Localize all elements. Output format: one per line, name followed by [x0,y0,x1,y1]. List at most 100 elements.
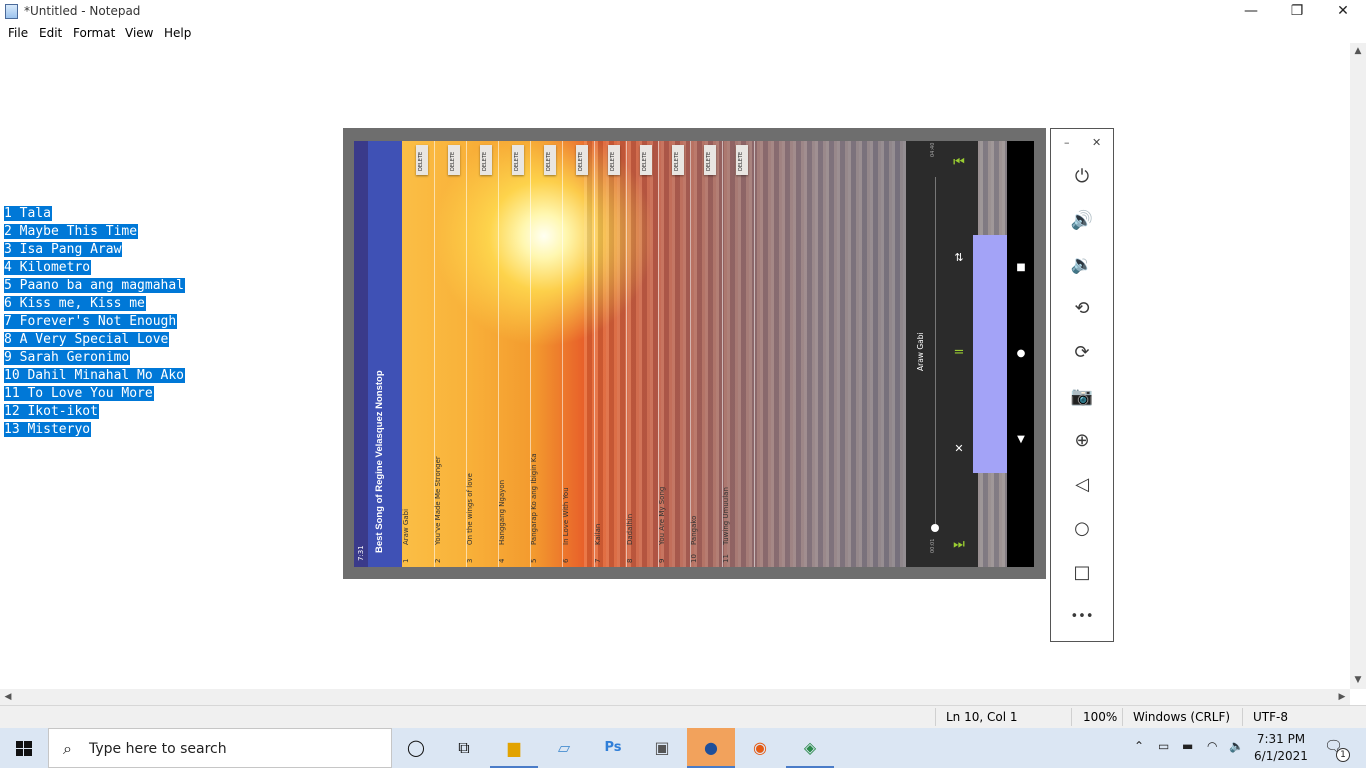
delete-button[interactable]: DELETE [640,145,652,175]
task-view-icon[interactable]: ⧉ [440,728,488,768]
song-row[interactable]: 2 You've Made Me Stronger DELETE [434,141,467,567]
rotate-left-icon[interactable]: ⟲ [1051,294,1113,324]
text-line: 4 Kilometro [4,260,92,275]
window-title: *Untitled - Notepad [24,4,141,18]
delete-button[interactable]: DELETE [544,145,556,175]
encoding: UTF-8 [1253,710,1288,724]
delete-button[interactable]: DELETE [480,145,492,175]
volume-up-icon[interactable]: 🔊 [1051,206,1113,236]
menu-edit[interactable]: Edit [39,26,62,40]
device-status-bar: 7:31 [354,141,368,567]
maximize-button[interactable]: ❐ [1274,0,1320,24]
pause-icon[interactable]: = [951,345,967,361]
song-row[interactable]: 10 Pangako DELETE [690,141,723,567]
file-explorer-icon[interactable]: ▆ [490,728,538,768]
shuffle-icon[interactable]: ✕ [951,441,967,457]
zoom-icon[interactable]: ⊕ [1051,426,1113,456]
overview-icon[interactable]: □ [1051,558,1113,588]
text-line: 7 Forever's Not Enough [4,314,178,329]
emulator-close-button[interactable]: ✕ [1092,136,1101,149]
horizontal-scrollbar[interactable]: ◀ ▶ [0,689,1350,705]
song-row[interactable]: 7 Kailan DELETE [594,141,627,567]
status-divider [1242,708,1243,726]
image-viewer-icon[interactable]: ▣ [638,728,686,768]
song-row[interactable]: 6 In Love With You DELETE [562,141,595,567]
scroll-right-icon[interactable]: ▶ [1334,689,1350,705]
volume-icon[interactable]: 🔈 [1229,739,1244,753]
text-line: 3 Isa Pang Araw [4,242,123,257]
delete-button[interactable]: DELETE [672,145,684,175]
home-icon[interactable]: ● [1015,348,1027,360]
delete-button[interactable]: DELETE [416,145,428,175]
device-clock: 7:31 [357,545,365,561]
app-toolbar: Best Song of Regine Velasquez Nonstop [368,141,402,567]
scroll-down-icon[interactable]: ▼ [1350,672,1366,689]
repeat-icon[interactable]: ⇅ [951,250,967,266]
song-number: 2 [434,558,442,563]
emulator-screen[interactable]: 7:31 Best Song of Regine Velasquez Nonst… [354,141,1034,567]
song-title: Tuwing Umuulan [722,487,730,545]
song-title: Pangarap Ko ang Ibigin Ka [530,453,538,545]
text-line: 13 Misteryo [4,422,92,437]
scroll-left-icon[interactable]: ◀ [0,689,16,705]
song-row[interactable]: 1 Araw Gabi DELETE [402,141,435,567]
photoshop-icon[interactable]: Ps [589,728,637,768]
taskbar-search[interactable]: ⌕ Type here to search [48,728,392,768]
song-row[interactable]: 8 Dadalhin DELETE [626,141,659,567]
meet-now-icon[interactable]: ▭ [1158,739,1169,753]
delete-button[interactable]: DELETE [576,145,588,175]
current-time: 00:01 [930,538,936,553]
back-icon[interactable]: ◁ [1051,470,1113,500]
song-number: 7 [594,558,602,563]
song-row[interactable]: 3 On the wings of love DELETE [466,141,499,567]
start-button[interactable] [0,728,48,768]
text-line: 6 Kiss me, Kiss me [4,296,146,311]
song-row[interactable]: 9 You Are My Song DELETE [658,141,691,567]
menu-help[interactable]: Help [164,26,191,40]
menu-format[interactable]: Format [73,26,115,40]
more-icon[interactable]: ••• [1051,602,1113,632]
volume-down-icon[interactable]: 🔉 [1051,250,1113,280]
notepad-taskbar-icon[interactable]: ▱ [540,728,588,768]
delete-button[interactable]: DELETE [736,145,748,175]
minimize-button[interactable]: — [1228,0,1274,24]
text-line: 12 Ikot-ikot [4,404,99,419]
song-row[interactable]: 5 Pangarap Ko ang Ibigin Ka DELETE [530,141,563,567]
delete-button[interactable]: DELETE [448,145,460,175]
next-track-icon[interactable]: ⏭ [951,537,967,553]
selected-text[interactable]: 1 Tala 2 Maybe This Time 3 Isa Pang Araw… [4,205,186,439]
wifi-icon[interactable]: ◠ [1207,739,1217,753]
back-icon[interactable]: ▼ [1015,434,1027,446]
song-title: On the wings of love [466,473,474,545]
previous-track-icon[interactable]: ⏮ [951,155,967,171]
seek-bar[interactable] [935,177,936,529]
menu-view[interactable]: View [125,26,153,40]
camera-icon[interactable]: 📷 [1051,382,1113,412]
close-button[interactable]: ✕ [1320,0,1366,24]
clock[interactable]: 7:31 PM 6/1/2021 [1254,731,1308,765]
menu-file[interactable]: File [8,26,28,40]
delete-button[interactable]: DELETE [704,145,716,175]
delete-button[interactable]: DELETE [512,145,524,175]
cortana-icon[interactable]: ◯ [392,728,440,768]
battery-icon[interactable]: ▬ [1182,739,1193,753]
delete-button[interactable]: DELETE [608,145,620,175]
clock-time: 7:31 PM [1256,732,1306,746]
song-row[interactable]: 11 Tuwing Umuulan DELETE [722,141,755,567]
rotate-right-icon[interactable]: ⟳ [1051,338,1113,368]
seek-handle[interactable] [931,524,939,532]
text-line: 5 Paano ba ang magmahal [4,278,186,293]
scroll-up-icon[interactable]: ▲ [1350,43,1366,60]
firefox-icon[interactable]: ◉ [736,728,784,768]
vertical-scrollbar[interactable]: ▲ ▼ [1350,43,1366,689]
show-hidden-icons[interactable]: ⌃ [1134,739,1144,753]
search-placeholder: Type here to search [89,741,227,757]
title-bar: *Untitled - Notepad — ❐ ✕ [0,0,1366,24]
emulator-app-icon[interactable]: ◈ [786,728,834,768]
recents-icon[interactable]: ■ [1015,262,1027,274]
home-icon[interactable]: ○ [1051,514,1113,544]
nox-player-icon[interactable]: ● [687,728,735,768]
song-row[interactable]: 4 Hanggang Ngayon DELETE [498,141,531,567]
emulator-minimize-button[interactable]: – [1064,136,1070,149]
power-icon[interactable]: ⏻ [1051,162,1113,192]
